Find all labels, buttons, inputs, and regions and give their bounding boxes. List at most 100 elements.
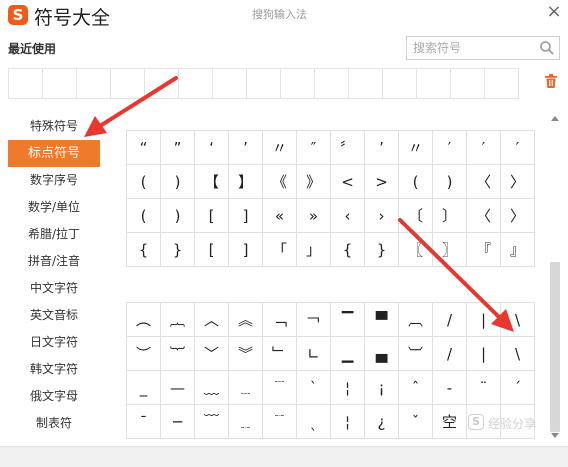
- symbol-cell[interactable]: 〔: [399, 199, 433, 233]
- sidebar-item[interactable]: 希腊/拉丁: [8, 221, 100, 248]
- sidebar-item[interactable]: 俄文字母: [8, 383, 100, 410]
- symbol-cell[interactable]: 〗: [433, 233, 467, 267]
- symbol-cell[interactable]: \: [501, 303, 535, 337]
- symbol-cell[interactable]: /: [433, 303, 467, 337]
- sidebar-item[interactable]: 数字序号: [8, 167, 100, 194]
- sidebar-item[interactable]: 中文字符: [8, 275, 100, 302]
- symbol-cell[interactable]: }: [161, 233, 195, 267]
- symbol-cell[interactable]: 《: [263, 165, 297, 199]
- symbol-cell[interactable]: ﹉: [263, 371, 297, 405]
- sidebar-item[interactable]: 标点符号: [8, 140, 100, 167]
- symbol-cell[interactable]: ′: [501, 131, 535, 165]
- symbol-cell[interactable]: |: [467, 337, 501, 371]
- symbol-cell[interactable]: 〉: [501, 199, 535, 233]
- symbol-cell[interactable]: -: [433, 371, 467, 405]
- symbol-cell[interactable]: /: [433, 337, 467, 371]
- symbol-cell[interactable]: ︺: [399, 337, 433, 371]
- symbol-cell[interactable]: 〃: [263, 131, 297, 165]
- symbol-cell[interactable]: ︵: [127, 303, 161, 337]
- recent-symbol-slot[interactable]: [145, 69, 179, 99]
- close-icon[interactable]: ×: [544, 2, 564, 22]
- symbol-cell[interactable]: ﹂: [263, 337, 297, 371]
- trash-icon[interactable]: [543, 73, 559, 89]
- symbol-cell[interactable]: 】: [229, 165, 263, 199]
- symbol-cell[interactable]: ’: [229, 131, 263, 165]
- symbol-cell[interactable]: ∟: [297, 337, 331, 371]
- symbol-cell[interactable]: _: [127, 371, 161, 405]
- symbol-cell[interactable]: [: [195, 233, 229, 267]
- symbol-cell[interactable]: ˊ: [501, 371, 535, 405]
- symbol-cell[interactable]: \: [501, 337, 535, 371]
- symbol-cell[interactable]: }: [365, 233, 399, 267]
- symbol-cell[interactable]: ˋ: [297, 371, 331, 405]
- sidebar-item[interactable]: 制表符: [8, 410, 100, 437]
- scroll-thumb[interactable]: [550, 262, 560, 432]
- symbol-cell[interactable]: ﹏: [195, 371, 229, 405]
- symbol-cell[interactable]: ¦: [331, 405, 365, 439]
- search-icon[interactable]: [539, 40, 555, 56]
- symbol-cell[interactable]: ﹁: [263, 303, 297, 337]
- symbol-cell[interactable]: ─: [161, 405, 195, 439]
- symbol-cell[interactable]: ︶: [127, 337, 161, 371]
- sidebar-item[interactable]: 日文字符: [8, 329, 100, 356]
- symbol-cell[interactable]: 」: [297, 233, 331, 267]
- symbol-cell[interactable]: (: [127, 165, 161, 199]
- symbol-cell[interactable]: ¡: [365, 371, 399, 405]
- symbol-cell[interactable]: ): [161, 165, 195, 199]
- symbol-cell[interactable]: ¨: [467, 371, 501, 405]
- symbol-cell[interactable]: ’: [365, 131, 399, 165]
- symbol-cell[interactable]: ︽: [229, 303, 263, 337]
- symbol-cell[interactable]: 〈: [467, 165, 501, 199]
- recent-symbol-slot[interactable]: [485, 69, 519, 99]
- symbol-cell[interactable]: 〞: [331, 131, 365, 165]
- recent-symbol-slot[interactable]: [349, 69, 383, 99]
- symbol-cell[interactable]: ﹎: [229, 405, 263, 439]
- symbol-cell[interactable]: <: [331, 165, 365, 199]
- recent-symbol-slot[interactable]: [43, 69, 77, 99]
- symbol-cell[interactable]: 〉: [501, 165, 535, 199]
- symbol-cell[interactable]: ▁: [331, 337, 365, 371]
- vertical-scrollbar[interactable]: [548, 114, 562, 442]
- recent-symbol-slot[interactable]: [179, 69, 213, 99]
- recent-symbol-slot[interactable]: [281, 69, 315, 99]
- symbol-cell[interactable]: ︸: [161, 337, 195, 371]
- symbol-cell[interactable]: ˇ: [399, 405, 433, 439]
- scroll-up-arrow-icon[interactable]: [551, 116, 559, 121]
- symbol-cell[interactable]: |: [467, 303, 501, 337]
- symbol-cell[interactable]: 〈: [467, 199, 501, 233]
- recent-symbol-slot[interactable]: [451, 69, 485, 99]
- recent-symbol-slot[interactable]: [383, 69, 417, 99]
- recent-symbol-slot[interactable]: [247, 69, 281, 99]
- symbol-cell[interactable]: ▀: [365, 303, 399, 337]
- sidebar-item[interactable]: 拼音/注音: [8, 248, 100, 275]
- symbol-cell[interactable]: ︷: [161, 303, 195, 337]
- sidebar-item[interactable]: 韩文字符: [8, 356, 100, 383]
- symbol-cell[interactable]: >: [365, 165, 399, 199]
- symbol-cell[interactable]: «: [263, 199, 297, 233]
- symbol-cell[interactable]: 》: [297, 165, 331, 199]
- symbol-cell[interactable]: (: [399, 165, 433, 199]
- recent-symbol-slot[interactable]: [111, 69, 145, 99]
- symbol-cell[interactable]: ￢: [297, 303, 331, 337]
- recent-symbol-slot[interactable]: [213, 69, 247, 99]
- symbol-cell[interactable]: ﹋: [195, 405, 229, 439]
- symbol-cell[interactable]: 〃: [399, 131, 433, 165]
- symbol-cell[interactable]: (: [127, 199, 161, 233]
- recent-symbol-slot[interactable]: [9, 69, 43, 99]
- symbol-cell[interactable]: ”: [161, 131, 195, 165]
- symbol-cell[interactable]: —: [161, 371, 195, 405]
- recent-symbol-slot[interactable]: [315, 69, 349, 99]
- symbol-cell[interactable]: ′: [467, 131, 501, 165]
- symbol-cell[interactable]: ▄: [365, 337, 399, 371]
- sidebar-item[interactable]: 特殊符号: [8, 113, 100, 140]
- symbol-cell[interactable]: ︾: [229, 337, 263, 371]
- symbol-cell[interactable]: ¦: [331, 371, 365, 405]
- symbol-cell[interactable]: ›: [365, 199, 399, 233]
- symbol-cell[interactable]: ): [433, 165, 467, 199]
- symbol-cell[interactable]: 【: [195, 165, 229, 199]
- symbol-cell[interactable]: ¿: [365, 405, 399, 439]
- recent-symbol-slot[interactable]: [77, 69, 111, 99]
- symbol-cell[interactable]: 空: [433, 405, 467, 439]
- symbol-cell[interactable]: ▔: [331, 303, 365, 337]
- symbol-cell[interactable]: ‹: [331, 199, 365, 233]
